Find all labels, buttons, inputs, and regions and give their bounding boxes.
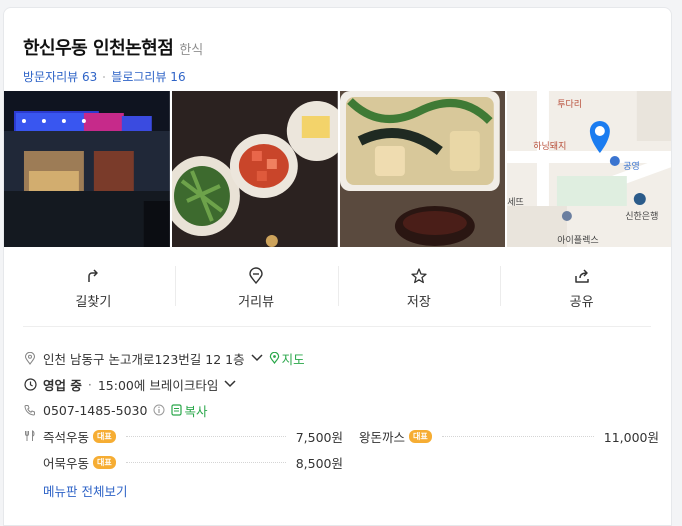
map-pin-icon bbox=[269, 352, 279, 364]
directions-label: 길찾기 bbox=[75, 294, 112, 310]
break-time-text: 15:00에 브레이크타임 bbox=[97, 377, 219, 393]
save-label: 저장 bbox=[406, 294, 431, 310]
map-label: 아이플렉스 bbox=[557, 236, 599, 246]
menu-item-name: 왕돈까스 bbox=[359, 429, 406, 445]
dotted-leader bbox=[441, 435, 594, 437]
view-full-menu-link[interactable]: 메뉴판 전체보기 bbox=[43, 481, 127, 500]
info-icon[interactable] bbox=[153, 404, 165, 416]
menu-item[interactable]: 어묵우동 대표 8,500원 bbox=[43, 449, 343, 475]
map-label: 투다리 bbox=[557, 100, 583, 110]
directions-button[interactable]: 길찾기 bbox=[12, 258, 175, 318]
menu-item-price: 7,500원 bbox=[295, 429, 343, 445]
save-button[interactable]: 저장 bbox=[337, 258, 501, 318]
hours-row: 영업 중 · 15:00에 브레이크타임 bbox=[23, 371, 651, 397]
street-view-icon bbox=[249, 266, 263, 284]
map-thumbnail[interactable]: 투다리 하닝돼지 공영 신한은행 아이플렉스 세뜨 bbox=[507, 91, 671, 247]
place-category: 한식 bbox=[179, 43, 204, 58]
menu-item-price: 11,000원 bbox=[603, 429, 659, 445]
street-view-button[interactable]: 거리뷰 bbox=[174, 258, 338, 318]
menu-item-price: 8,500원 bbox=[295, 455, 343, 471]
map-label: 세뜨 bbox=[507, 198, 524, 208]
directions-icon bbox=[88, 268, 99, 282]
phone-icon bbox=[23, 403, 37, 417]
copy-icon bbox=[171, 404, 183, 416]
place-name[interactable]: 한신우동 인천논현점 bbox=[23, 34, 174, 60]
phone-number[interactable]: 0507-1485-5030 bbox=[43, 403, 147, 418]
fork-knife-icon bbox=[23, 429, 37, 443]
star-icon bbox=[411, 267, 427, 283]
signature-badge: 대표 bbox=[93, 455, 116, 469]
place-card: 한신우동 인천논현점 한식 방문자리뷰 63 블로그리뷰 16 투다리 하닝돼지… bbox=[3, 7, 672, 526]
map-link-label: 지도 bbox=[281, 351, 305, 367]
dotted-leader bbox=[125, 435, 286, 437]
share-label: 공유 bbox=[569, 294, 594, 310]
action-bar: 길찾기 거리뷰 저장 공유 bbox=[12, 258, 663, 318]
menu-row: 즉석우동 대표 7,500원 왕돈까스 대표 11,000원 어묵우동 대표 8… bbox=[23, 423, 659, 475]
udon-bowl-photo[interactable] bbox=[339, 91, 506, 247]
copy-label: 복사 bbox=[184, 403, 208, 419]
divider bbox=[23, 326, 651, 327]
share-icon bbox=[574, 268, 589, 283]
address-row: 인천 남동구 논고개로123번길 12 1층 지도 bbox=[23, 345, 651, 371]
address-text: 인천 남동구 논고개로123번길 12 1층 bbox=[43, 351, 245, 367]
signature-badge: 대표 bbox=[409, 429, 432, 443]
menu-item[interactable]: 즉석우동 대표 7,500원 bbox=[43, 423, 343, 449]
photo-strip: 투다리 하닝돼지 공영 신한은행 아이플렉스 세뜨 bbox=[4, 91, 671, 247]
place-header: 한신우동 인천논현점 한식 방문자리뷰 63 블로그리뷰 16 bbox=[23, 34, 651, 85]
menu-item[interactable]: 왕돈까스 대표 11,000원 bbox=[359, 423, 659, 449]
visitor-review-link[interactable]: 방문자리뷰 63 bbox=[23, 68, 97, 85]
location-pin-icon bbox=[23, 351, 37, 365]
signature-badge: 대표 bbox=[93, 429, 116, 443]
side-dishes-photo[interactable] bbox=[171, 91, 338, 247]
clock-icon bbox=[23, 377, 37, 391]
map-label: 하닝돼지 bbox=[533, 142, 567, 152]
chevron-down-icon[interactable] bbox=[224, 380, 236, 388]
map-link[interactable]: 지도 bbox=[269, 349, 305, 368]
business-status: 영업 중 bbox=[43, 377, 82, 393]
chevron-down-icon[interactable] bbox=[251, 354, 263, 362]
dotted-leader bbox=[125, 461, 286, 463]
copy-link[interactable]: 복사 bbox=[171, 401, 207, 420]
map-label: 공영 bbox=[623, 162, 640, 172]
menu-grid: 즉석우동 대표 7,500원 왕돈까스 대표 11,000원 어묵우동 대표 8… bbox=[43, 423, 659, 475]
separator-dot: · bbox=[87, 376, 92, 392]
restaurant-exterior-photo[interactable] bbox=[4, 91, 170, 247]
menu-item-name: 어묵우동 bbox=[43, 455, 90, 471]
share-button[interactable]: 공유 bbox=[500, 258, 663, 318]
blog-review-link[interactable]: 블로그리뷰 16 bbox=[111, 68, 185, 85]
phone-row: 0507-1485-5030 복사 bbox=[23, 397, 651, 423]
street-view-label: 거리뷰 bbox=[238, 294, 275, 310]
map-label: 신한은행 bbox=[625, 212, 659, 222]
menu-item-name: 즉석우동 bbox=[43, 429, 90, 445]
place-info: 인천 남동구 논고개로123번길 12 1층 지도 영업 중 · 15:00에 … bbox=[23, 345, 659, 500]
separator-dot bbox=[103, 75, 106, 78]
